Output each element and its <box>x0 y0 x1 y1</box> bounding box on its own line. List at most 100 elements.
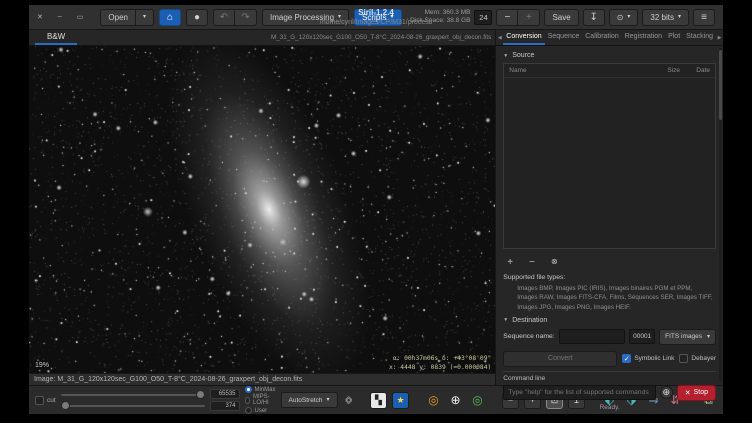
astrometry-button[interactable]: ⊕ <box>447 392 464 409</box>
chevron-down-icon: ▾ <box>391 14 394 20</box>
panel-scrollbar-thumb[interactable] <box>719 50 722 120</box>
high-level-slider[interactable] <box>61 390 205 399</box>
radio-user[interactable]: User <box>245 407 276 414</box>
slider-track <box>61 405 205 407</box>
convert-button[interactable]: Convert <box>503 351 617 367</box>
cursor-coordinates: α: 00h37m06s δ: +43°08'09" x: 4448 y: 08… <box>389 355 491 372</box>
symbolic-link-checkbox[interactable]: ✓ Symbolic Link <box>622 354 674 363</box>
slider-track <box>61 394 205 396</box>
open-recent-dropdown[interactable]: ▾ <box>136 9 154 26</box>
destination-expander[interactable]: ▼ Destination <box>503 317 716 324</box>
negative-view-button[interactable]: ▚ <box>370 392 387 409</box>
pixel-coords: x: 4448 y: 0839 (=0.000084) <box>389 364 491 373</box>
level-spinners: 65535 374 <box>210 389 240 411</box>
image-display-area[interactable]: 19% α: 00h37m06s δ: +43°08'09" x: 4448 y… <box>29 46 495 373</box>
scripts-menu[interactable]: Scripts▾ <box>354 9 401 26</box>
image-status-bar: Image: M_31_G_120x120sec_G100_O50_T-8°C_… <box>29 373 495 385</box>
ready-status: Ready. <box>503 404 716 411</box>
record-icon: ● <box>194 12 200 23</box>
tabs-scroll-right-icon[interactable]: ▶ <box>716 30 723 45</box>
radio-selected-icon <box>245 386 252 393</box>
online-help-button[interactable]: ⊕ <box>660 386 673 399</box>
orange-target-icon: ◎ <box>428 393 438 407</box>
sequence-name-input[interactable] <box>559 329 625 344</box>
status-filename: Image: M_31_G_120x120sec_G100_O50_T-8°C_… <box>34 376 302 383</box>
radio-mips-lohi[interactable]: MIPS-LO/HI <box>245 394 276 406</box>
image-processing-menu[interactable]: Image Processing▾ <box>262 9 349 26</box>
image-viewer: B&W M_31_G_120x120sec_G100_O50_T-8°C_202… <box>29 30 495 385</box>
star-detection-button[interactable]: ★ <box>392 392 409 409</box>
redo-button[interactable]: ↷ <box>235 9 257 26</box>
siril-window: ✕ – ▭ Open ▾ ⌂ ● ↶ ↷ Image Processing▾ S… <box>29 5 723 414</box>
low-level-value[interactable]: 374 <box>210 401 240 411</box>
file-list-toolbar: + − ⊗ <box>503 253 716 270</box>
photometry-button[interactable]: ◎ <box>469 392 486 409</box>
image-canvas[interactable] <box>29 46 495 373</box>
tab-registration[interactable]: Registration <box>622 30 665 45</box>
bit-depth-dropdown[interactable]: 32 bits▾ <box>642 9 689 26</box>
undo-button[interactable]: ↶ <box>213 9 235 26</box>
source-file-list[interactable]: Name Size Date <box>503 63 716 249</box>
chevron-down-icon: ▾ <box>143 14 146 20</box>
column-name[interactable]: Name <box>509 67 652 74</box>
open-button[interactable]: Open <box>100 9 136 26</box>
hamburger-menu-button[interactable]: ≡ <box>693 9 715 26</box>
title-bar: ✕ – ▭ Open ▾ ⌂ ● ↶ ↷ Image Processing▾ S… <box>29 5 723 30</box>
tab-plot[interactable]: Plot <box>665 30 683 45</box>
low-level-slider[interactable] <box>61 401 205 410</box>
home-icon: ⌂ <box>167 12 173 23</box>
tab-conversion[interactable]: Conversion <box>503 30 544 45</box>
mem-usage: Mem: 360.3 MB <box>410 9 470 17</box>
globe-grid-icon: ⊕ <box>450 393 460 407</box>
tab-calibration[interactable]: Calibration <box>582 30 621 45</box>
source-expander[interactable]: ▼ Source <box>503 52 716 59</box>
command-input[interactable] <box>503 385 655 400</box>
zoom-value-box[interactable]: 24 <box>474 10 492 25</box>
stop-x-icon: ✕ <box>685 389 691 397</box>
chevron-down-icon: ▾ <box>627 14 630 20</box>
output-format-dropdown[interactable]: FITS images ▾ <box>659 329 716 345</box>
stop-button[interactable]: ✕ Stop <box>677 385 716 401</box>
channel-tab-bar: B&W M_31_G_120x120sec_G100_O50_T-8°C_202… <box>29 30 495 46</box>
star-icon: ★ <box>396 395 404 406</box>
chevron-down-icon: ▾ <box>707 334 710 340</box>
tab-bw-channel[interactable]: B&W <box>35 30 77 45</box>
panel-scrollbar[interactable] <box>719 48 722 381</box>
scale-mode-radios: MinMax MIPS-LO/HI User <box>245 386 276 414</box>
high-level-value[interactable]: 65535 <box>210 389 240 399</box>
memory-info: Mem: 360.3 MB Disk Space: 38.8 GB <box>410 9 470 26</box>
snapshot-button[interactable]: ⊙▾ <box>609 9 639 26</box>
clear-list-icon[interactable]: ⊗ <box>551 257 558 268</box>
home-button[interactable]: ⌂ <box>159 9 181 26</box>
save-button[interactable]: Save <box>544 9 578 26</box>
remove-files-icon[interactable]: − <box>529 257 535 268</box>
low-slider-handle[interactable] <box>61 401 70 410</box>
column-date[interactable]: Date <box>680 67 710 74</box>
tab-stacking[interactable]: Stacking <box>683 30 716 45</box>
livestack-button[interactable]: ● <box>186 9 208 26</box>
close-window-icon[interactable]: ✕ <box>37 13 43 21</box>
undo-icon: ↶ <box>220 12 228 23</box>
tab-sequence[interactable]: Sequence <box>545 30 583 45</box>
display-mode-dropdown[interactable]: AutoStretch ▾ <box>281 392 338 408</box>
sequence-name-label: Sequence name: <box>503 333 554 340</box>
high-slider-handle[interactable] <box>196 390 205 399</box>
maximize-window-icon[interactable]: ▭ <box>77 13 84 21</box>
zoom-decrease-button[interactable]: − <box>496 9 518 26</box>
tabs-scroll-left-icon[interactable]: ◀ <box>496 30 503 45</box>
chevron-down-icon: ▾ <box>338 14 341 20</box>
debayer-checkbox[interactable]: Debayer <box>679 354 716 363</box>
redo-icon: ↷ <box>241 12 249 23</box>
cut-checkbox[interactable]: cut <box>35 396 56 405</box>
background-extraction-button[interactable]: ◎ <box>425 392 442 409</box>
zoom-increase-button[interactable]: + <box>518 9 540 26</box>
add-files-icon[interactable]: + <box>507 257 513 268</box>
checkbox-empty-icon <box>679 354 688 363</box>
radio-minmax[interactable]: MinMax <box>245 386 276 393</box>
negative-icon: ▚ <box>375 395 382 406</box>
minimize-window-icon[interactable]: – <box>58 13 62 21</box>
sequence-number-box[interactable]: 00001 <box>629 329 655 344</box>
column-size[interactable]: Size <box>652 67 680 74</box>
channel-link-icon[interactable]: ⧉ <box>339 390 358 409</box>
save-as-button[interactable]: ↧ <box>583 9 605 26</box>
